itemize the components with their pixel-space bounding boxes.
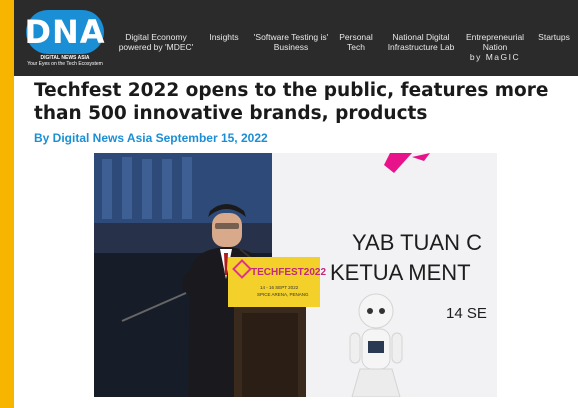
nav-label: Startups: [538, 32, 570, 42]
nav-label: Entrepreneurial: [465, 32, 525, 42]
screen-text-line1: YAB TUAN C: [352, 230, 482, 255]
logo-text: DNA: [24, 13, 106, 51]
nav-item-entrepreneurial-nation[interactable]: Entrepreneurial Nation by MaGIC: [464, 32, 526, 62]
nav-label: Insights: [209, 32, 239, 42]
nav-label: Digital Economy: [125, 32, 187, 42]
screen-text-line3: 14 SE: [446, 305, 487, 322]
logo-badge: DNA: [24, 10, 106, 54]
nav-label: Personal: [339, 32, 373, 42]
nav-item-national-digital-infrastructure-lab[interactable]: National Digital Infrastructure Lab: [384, 32, 458, 52]
nav-label: Nation: [482, 42, 508, 52]
nav-item-insights[interactable]: Insights: [205, 32, 243, 42]
article-title: Techfest 2022 opens to the public, featu…: [34, 80, 549, 124]
nav-label: powered by 'MDEC': [118, 42, 194, 52]
nav-label: by MaGIC: [469, 52, 521, 62]
nav-label: 'Software Testing is': [253, 32, 329, 42]
nav-item-startups[interactable]: Startups: [534, 32, 574, 42]
nav-item-digital-economy[interactable]: Digital Economy powered by 'MDEC': [118, 32, 194, 52]
podium-sign-dates: 14 - 16 SEPT 2022: [260, 285, 299, 290]
nav-label: Infrastructure Lab: [387, 42, 455, 52]
site-logo[interactable]: DNA DIGITAL NEWS ASIA Your Eyes on the T…: [24, 10, 106, 68]
podium-sign-title: TECHFEST2022: [251, 267, 326, 278]
nav-item-software-testing[interactable]: 'Software Testing is' Business: [250, 32, 332, 52]
nav-label: National Digital: [392, 32, 450, 42]
article-hero-image: YAB TUAN C KETUA MENT 14 SE TECHFEST2022…: [94, 153, 497, 397]
nav-label: Business: [273, 42, 309, 52]
nav-label: Tech: [347, 42, 365, 52]
podium-sign-venue: SPICE ARENA, PENANG: [257, 292, 309, 297]
screen-text-line2: KETUA MENT: [330, 260, 471, 285]
article-byline[interactable]: By Digital News Asia September 15, 2022: [34, 131, 268, 145]
nav-item-personal-tech[interactable]: Personal Tech: [337, 32, 375, 52]
logo-tagline: Your Eyes on the Tech Ecosystem: [27, 61, 103, 67]
